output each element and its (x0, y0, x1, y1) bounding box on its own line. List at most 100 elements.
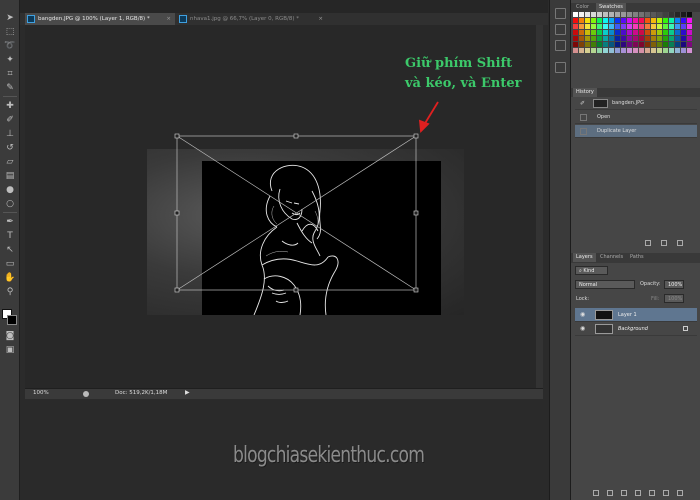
color-swatch[interactable] (687, 30, 692, 35)
color-swatch[interactable] (663, 18, 668, 23)
color-swatch[interactable] (651, 36, 656, 41)
move-icon[interactable]: ➤ (3, 12, 17, 24)
color-swatch[interactable] (627, 48, 632, 53)
color-swatch[interactable] (621, 24, 626, 29)
color-swatch[interactable] (687, 12, 692, 17)
color-swatch[interactable] (675, 18, 680, 23)
color-swatch[interactable] (663, 24, 668, 29)
color-swatch[interactable] (645, 30, 650, 35)
color-swatch[interactable] (609, 48, 614, 53)
zoom-icon[interactable]: ⚲ (3, 286, 17, 298)
panel-toggle-icon[interactable] (555, 40, 566, 51)
color-swatch[interactable] (651, 30, 656, 35)
color-swatch[interactable] (603, 12, 608, 17)
color-swatch[interactable] (579, 18, 584, 23)
tab-bangden[interactable]: bangden.JPG @ 100% (Layer 1, RGB/8) * × (25, 13, 175, 25)
color-swatch[interactable] (681, 18, 686, 23)
color-swatch[interactable] (651, 18, 656, 23)
color-swatch[interactable] (585, 12, 590, 17)
color-swatch[interactable] (591, 24, 596, 29)
history-snapshot[interactable]: ✐ bangden.JPG (575, 97, 697, 110)
color-swatch[interactable] (645, 24, 650, 29)
color-swatch[interactable] (585, 18, 590, 23)
color-swatch[interactable] (591, 48, 596, 53)
color-swatch[interactable] (621, 30, 626, 35)
mask-icon[interactable] (621, 490, 627, 496)
color-swatch[interactable] (585, 30, 590, 35)
quick-mask-icon[interactable]: ◙ (3, 330, 17, 342)
color-swatch[interactable] (579, 48, 584, 53)
color-swatch[interactable] (603, 36, 608, 41)
color-swatch[interactable] (651, 42, 656, 47)
color-swatch[interactable] (579, 36, 584, 41)
color-swatch[interactable] (591, 12, 596, 17)
color-swatch[interactable] (651, 24, 656, 29)
hand-icon[interactable]: ✋ (3, 272, 17, 284)
panel-toggle-icon[interactable] (555, 8, 566, 19)
color-swatch[interactable] (615, 18, 620, 23)
color-swatch[interactable] (603, 48, 608, 53)
color-swatch[interactable] (657, 12, 662, 17)
layer-name[interactable]: Layer 1 (618, 308, 637, 322)
color-swatch[interactable] (669, 48, 674, 53)
color-swatch[interactable] (627, 36, 632, 41)
color-swatch[interactable] (597, 30, 602, 35)
tab-swatches[interactable]: Swatches (596, 3, 626, 12)
color-swatch[interactable] (687, 18, 692, 23)
color-swatch[interactable] (621, 12, 626, 17)
screen-mode-icon[interactable]: ▣ (3, 344, 17, 356)
color-swatch[interactable] (627, 12, 632, 17)
color-swatch[interactable] (675, 36, 680, 41)
history-item[interactable]: Duplicate Layer (575, 125, 697, 138)
background-color-swatch[interactable] (7, 315, 17, 325)
healing-icon[interactable]: ✚ (3, 100, 17, 112)
tab-paths[interactable]: Paths (627, 253, 647, 262)
brush-icon[interactable]: ✐ (3, 114, 17, 126)
color-swatch[interactable] (657, 42, 662, 47)
color-swatch[interactable] (675, 12, 680, 17)
color-swatch[interactable] (609, 36, 614, 41)
marquee-icon[interactable]: ⬚ (3, 26, 17, 38)
color-swatch[interactable] (603, 18, 608, 23)
color-swatch[interactable] (591, 36, 596, 41)
history-brush-icon[interactable]: ↺ (3, 142, 17, 154)
history-item[interactable]: Open (575, 111, 697, 124)
history-state-box[interactable] (580, 114, 587, 121)
pen-icon[interactable]: ✒ (3, 216, 17, 228)
fx-icon[interactable] (607, 490, 613, 496)
color-swatch[interactable] (675, 24, 680, 29)
trash-icon[interactable] (677, 490, 683, 496)
color-swatch[interactable] (681, 12, 686, 17)
color-swatch[interactable] (573, 42, 578, 47)
color-swatch[interactable] (597, 36, 602, 41)
color-swatch[interactable] (657, 48, 662, 53)
color-swatch[interactable] (591, 30, 596, 35)
color-swatch[interactable] (573, 12, 578, 17)
color-swatch[interactable] (627, 24, 632, 29)
magic-wand-icon[interactable]: ✦ (3, 54, 17, 66)
color-swatch[interactable] (597, 18, 602, 23)
camera-icon[interactable] (661, 240, 667, 246)
layer-filter-kind[interactable]: ⌕ Kind (575, 266, 608, 275)
color-swatch[interactable] (681, 42, 686, 47)
color-swatch[interactable] (615, 30, 620, 35)
color-swatch[interactable] (669, 12, 674, 17)
crop-icon[interactable]: ⌗ (3, 68, 17, 80)
color-swatch[interactable] (645, 18, 650, 23)
color-swatch[interactable] (687, 36, 692, 41)
color-swatch[interactable] (615, 42, 620, 47)
color-swatch[interactable] (675, 30, 680, 35)
color-swatch[interactable] (639, 48, 644, 53)
folder-icon[interactable] (649, 490, 655, 496)
tab-layers[interactable]: Layers (573, 253, 596, 262)
color-swatch[interactable] (573, 48, 578, 53)
color-swatch[interactable] (585, 24, 590, 29)
color-swatch[interactable] (639, 18, 644, 23)
history-brush-source-icon[interactable]: ✐ (580, 100, 587, 107)
color-swatch[interactable] (633, 12, 638, 17)
color-swatch[interactable] (639, 42, 644, 47)
zoom-level[interactable]: 100% (33, 390, 49, 396)
color-swatch[interactable] (585, 36, 590, 41)
color-swatch[interactable] (609, 24, 614, 29)
color-swatch[interactable] (579, 30, 584, 35)
